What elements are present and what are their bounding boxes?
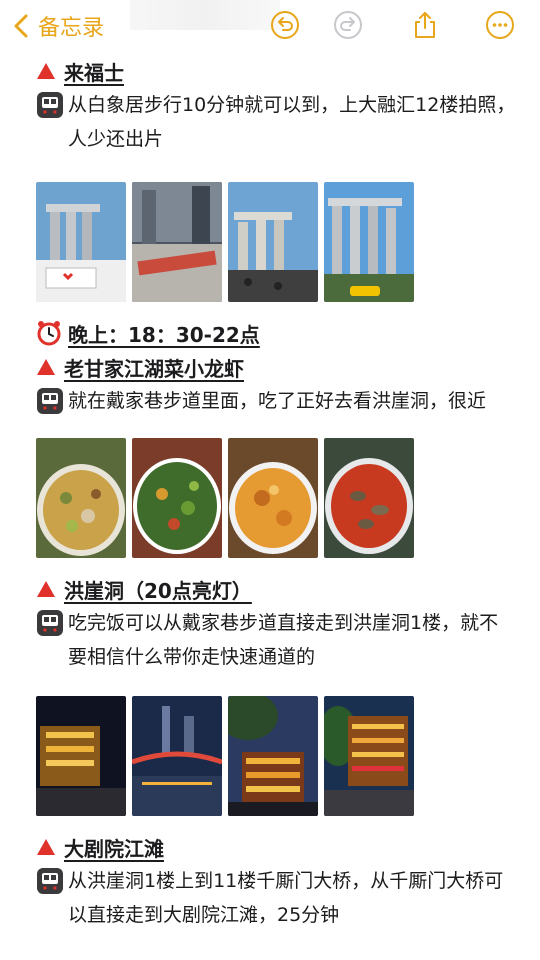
back-button[interactable]: 备忘录 bbox=[8, 8, 104, 44]
paragraph: 吃完饭可以从戴家巷步道直接走到洪崖洞1楼，就不要相信什么带你走快速通道的 bbox=[36, 606, 516, 674]
scrolled-content-fade bbox=[130, 0, 280, 30]
paragraph-text: 从白象居步行10分钟就可以到，上大融汇12楼拍照，人少还出片 bbox=[68, 94, 516, 150]
redo-icon[interactable] bbox=[331, 8, 365, 42]
share-icon[interactable] bbox=[408, 8, 442, 42]
undo-icon[interactable] bbox=[268, 8, 302, 42]
photo-thumbnail[interactable] bbox=[324, 438, 414, 558]
photo-thumbnail[interactable] bbox=[324, 696, 414, 816]
paragraph: 从白象居步行10分钟就可以到，上大融汇12楼拍照，人少还出片 bbox=[36, 88, 516, 156]
photo-thumbnail[interactable] bbox=[132, 696, 222, 816]
heading-text: 老甘家江湖菜小龙虾 bbox=[64, 356, 244, 381]
photo-thumbnail[interactable] bbox=[36, 182, 126, 302]
metro-icon bbox=[37, 868, 63, 894]
heading-text: 大剧院江滩 bbox=[64, 836, 164, 861]
section-heading: 老甘家江湖菜小龙虾 bbox=[36, 350, 516, 384]
paragraph: 从洪崖洞1楼上到11楼千厮门大桥，从千厮门大桥可以直接走到大剧院江滩，25分钟 bbox=[36, 864, 516, 932]
photo-thumbnail[interactable] bbox=[132, 182, 222, 302]
photo-row bbox=[36, 182, 516, 302]
back-label: 备忘录 bbox=[38, 16, 105, 41]
red-triangle-icon bbox=[37, 63, 55, 79]
metro-icon bbox=[37, 610, 63, 636]
photo-thumbnail[interactable] bbox=[228, 696, 318, 816]
paragraph-text: 吃完饭可以从戴家巷步道直接走到洪崖洞1楼，就不要相信什么带你走快速通道的 bbox=[68, 612, 499, 668]
heading-text: 洪崖洞（20点亮灯） bbox=[64, 578, 252, 603]
navigation-bar: 备忘录 bbox=[0, 0, 540, 52]
red-triangle-icon bbox=[37, 839, 55, 855]
alarm-clock-icon bbox=[37, 321, 61, 346]
photo-row bbox=[36, 438, 516, 558]
more-options-icon[interactable] bbox=[483, 8, 517, 42]
photo-thumbnail[interactable] bbox=[228, 182, 318, 302]
photo-thumbnail[interactable] bbox=[36, 438, 126, 558]
photo-thumbnail[interactable] bbox=[324, 182, 414, 302]
section-heading: 来福士 bbox=[36, 54, 516, 88]
red-triangle-icon bbox=[37, 581, 55, 597]
paragraph-text: 从洪崖洞1楼上到11楼千厮门大桥，从千厮门大桥可以直接走到大剧院江滩，25分钟 bbox=[68, 870, 504, 926]
time-heading: 晚上：18：30-22点 bbox=[36, 316, 516, 350]
photo-thumbnail[interactable] bbox=[132, 438, 222, 558]
metro-icon bbox=[37, 388, 63, 414]
photo-thumbnail[interactable] bbox=[36, 696, 126, 816]
heading-text: 来福士 bbox=[64, 60, 124, 85]
time-heading-text: 晚上：18：30-22点 bbox=[68, 322, 260, 347]
paragraph-text: 就在戴家巷步道里面，吃了正好去看洪崖洞，很近 bbox=[68, 390, 487, 412]
section-heading: 洪崖洞（20点亮灯） bbox=[36, 572, 516, 606]
metro-icon bbox=[37, 92, 63, 118]
chevron-left-icon bbox=[8, 13, 34, 39]
section-heading: 大剧院江滩 bbox=[36, 830, 516, 864]
photo-row bbox=[36, 696, 516, 816]
paragraph: 就在戴家巷步道里面，吃了正好去看洪崖洞，很近 bbox=[36, 384, 516, 418]
red-triangle-icon bbox=[37, 359, 55, 375]
note-body[interactable]: 来福士 从白象居步行10分钟就可以到，上大融汇12楼拍照，人少还出片 晚上：18… bbox=[36, 52, 516, 932]
photo-thumbnail[interactable] bbox=[228, 438, 318, 558]
